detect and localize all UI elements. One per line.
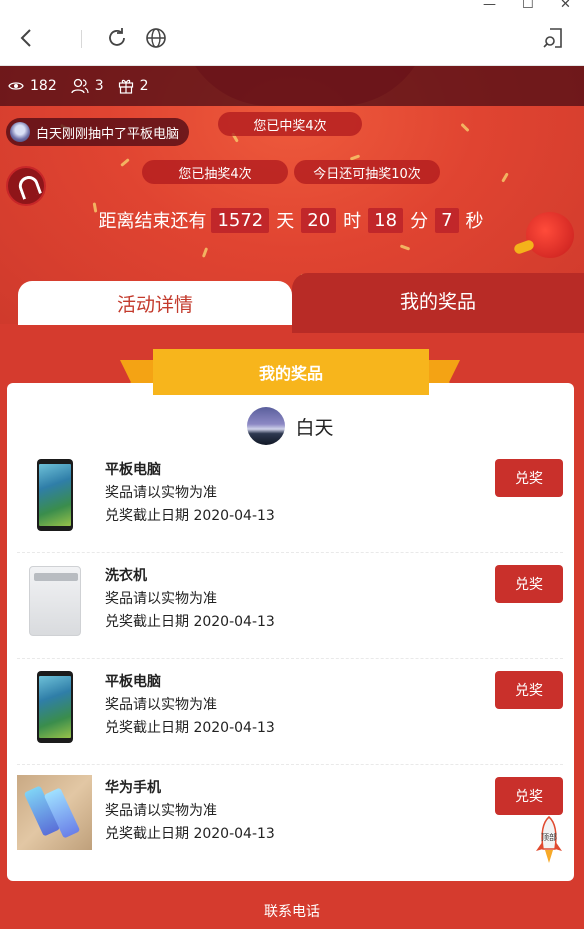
prize-deadline: 兑奖截止日期 2020-04-13 — [105, 508, 275, 524]
minimize-icon[interactable]: — — [483, 0, 496, 12]
gifts-count: 2 — [139, 78, 149, 94]
won-count-badge: 您已中奖4次 — [218, 112, 362, 136]
countdown-minutes-unit: 分 — [410, 211, 429, 232]
prize-note: 奖品请以实物为准 — [105, 591, 217, 607]
prize-note: 奖品请以实物为准 — [105, 485, 217, 501]
draw-count-badge: 您已抽奖4次 — [142, 160, 288, 184]
reload-icon — [109, 28, 125, 46]
countdown-timer: 距离结束还有 1572 天 20 时 18 分 7 秒 — [0, 207, 584, 233]
countdown-seconds: 7 — [435, 207, 459, 233]
prize-name: 平板电脑 — [105, 674, 161, 690]
tab-my-prizes-label: 我的奖品 — [399, 290, 476, 313]
views-count: 182 — [30, 78, 57, 94]
confetti — [399, 244, 411, 251]
gift-icon — [118, 79, 133, 94]
countdown-prefix: 距离结束还有 — [98, 211, 207, 232]
section-title-ribbon: 我的奖品 — [153, 349, 429, 395]
countdown-days-unit: 天 — [276, 211, 295, 232]
back-button[interactable] — [12, 24, 40, 52]
avatar — [247, 407, 286, 445]
user-name: 白天 — [295, 416, 334, 439]
prize-name: 华为手机 — [105, 780, 161, 796]
redeem-button[interactable]: 兑奖 — [495, 459, 563, 497]
list-item: 平板电脑 奖品请以实物为准 兑奖截止日期 2020-04-13 兑奖 — [17, 447, 563, 553]
prize-name: 平板电脑 — [105, 462, 161, 478]
list-item: 平板电脑 奖品请以实物为准 兑奖截止日期 2020-04-13 兑奖 — [17, 659, 563, 765]
confetti — [460, 122, 470, 133]
close-icon[interactable]: ✕ — [560, 0, 571, 12]
confetti — [501, 172, 509, 183]
countdown-hours: 20 — [301, 207, 337, 233]
prize-name: 洗衣机 — [105, 568, 147, 584]
maximize-icon[interactable]: ☐ — [522, 0, 534, 12]
prize-note: 奖品请以实物为准 — [105, 803, 217, 819]
browser-toolbar — [0, 12, 584, 66]
tab-my-prizes[interactable]: 我的奖品 — [292, 273, 584, 333]
tablet-image — [17, 669, 92, 744]
prize-deadline: 兑奖截止日期 2020-04-13 — [105, 826, 275, 842]
gifts-stat: 2 — [118, 78, 149, 94]
participants-stat: 3 — [71, 78, 104, 94]
countdown-seconds-unit: 秒 — [465, 211, 484, 232]
phones-image — [17, 775, 92, 850]
user-info: 白天 — [7, 407, 574, 445]
reload-button[interactable] — [103, 24, 131, 52]
countdown-days: 1572 — [211, 207, 270, 233]
tab-activity-details[interactable]: 活动详情 — [18, 281, 292, 325]
footer-text: 联系电话 — [264, 904, 320, 920]
countdown-hours-unit: 时 — [343, 211, 362, 232]
window-title-bar: — ☐ ✕ — [0, 0, 584, 12]
redeem-button[interactable]: 兑奖 — [495, 671, 563, 709]
remaining-draws-text: 今日还可抽奖10次 — [313, 166, 421, 182]
site-info-button[interactable] — [142, 24, 170, 52]
chevron-left-icon — [20, 29, 31, 47]
washing-machine-image — [17, 563, 92, 638]
list-item: 华为手机 奖品请以实物为准 兑奖截止日期 2020-04-13 兑奖 — [17, 765, 563, 871]
prize-note: 奖品请以实物为准 — [105, 697, 217, 713]
draw-count-text: 您已抽奖4次 — [178, 166, 252, 182]
contact-phone-link[interactable]: 联系电话 — [0, 893, 584, 929]
winner-ticker: 白天刚刚抽中了平板电脑 — [6, 118, 190, 146]
toolbar-divider — [81, 30, 82, 48]
page-menu-icon — [543, 28, 562, 48]
remaining-draws-badge: 今日还可抽奖10次 — [294, 160, 440, 184]
prize-info: 华为手机 奖品请以实物为准 兑奖截止日期 2020-04-13 — [105, 777, 275, 846]
music-toggle-icon[interactable] — [6, 166, 46, 206]
participants-count: 3 — [94, 78, 104, 94]
stats-bar: 182 3 2 — [0, 66, 584, 106]
list-item: 洗衣机 奖品请以实物为准 兑奖截止日期 2020-04-13 兑奖 — [17, 553, 563, 659]
prize-info: 洗衣机 奖品请以实物为准 兑奖截止日期 2020-04-13 — [105, 565, 275, 634]
rocket-label: 顶部 — [541, 833, 557, 842]
back-to-top-button[interactable]: 顶部 — [532, 815, 566, 865]
prize-info: 平板电脑 奖品请以实物为准 兑奖截止日期 2020-04-13 — [105, 671, 275, 740]
section-title: 我的奖品 — [258, 364, 323, 383]
globe-icon — [146, 28, 166, 48]
users-icon — [71, 78, 89, 94]
eye-icon — [8, 82, 24, 90]
tablet-image — [17, 457, 92, 532]
won-count-text: 您已中奖4次 — [253, 118, 327, 134]
page-menu-button[interactable] — [540, 24, 568, 52]
my-prizes-card: 白天 平板电脑 奖品请以实物为准 兑奖截止日期 2020-04-13 兑奖 洗衣… — [7, 383, 574, 881]
countdown-minutes: 18 — [368, 207, 404, 233]
confetti — [201, 247, 209, 258]
prize-deadline: 兑奖截止日期 2020-04-13 — [105, 614, 275, 630]
confetti — [120, 158, 130, 167]
redeem-button[interactable]: 兑奖 — [495, 777, 563, 815]
redeem-button[interactable]: 兑奖 — [495, 565, 563, 603]
tab-activity-details-label: 活动详情 — [116, 293, 193, 316]
winner-ticker-text: 白天刚刚抽中了平板电脑 — [36, 126, 180, 142]
views-stat: 182 — [8, 78, 57, 94]
avatar — [10, 122, 30, 142]
prize-deadline: 兑奖截止日期 2020-04-13 — [105, 720, 275, 736]
prize-info: 平板电脑 奖品请以实物为准 兑奖截止日期 2020-04-13 — [105, 459, 275, 528]
